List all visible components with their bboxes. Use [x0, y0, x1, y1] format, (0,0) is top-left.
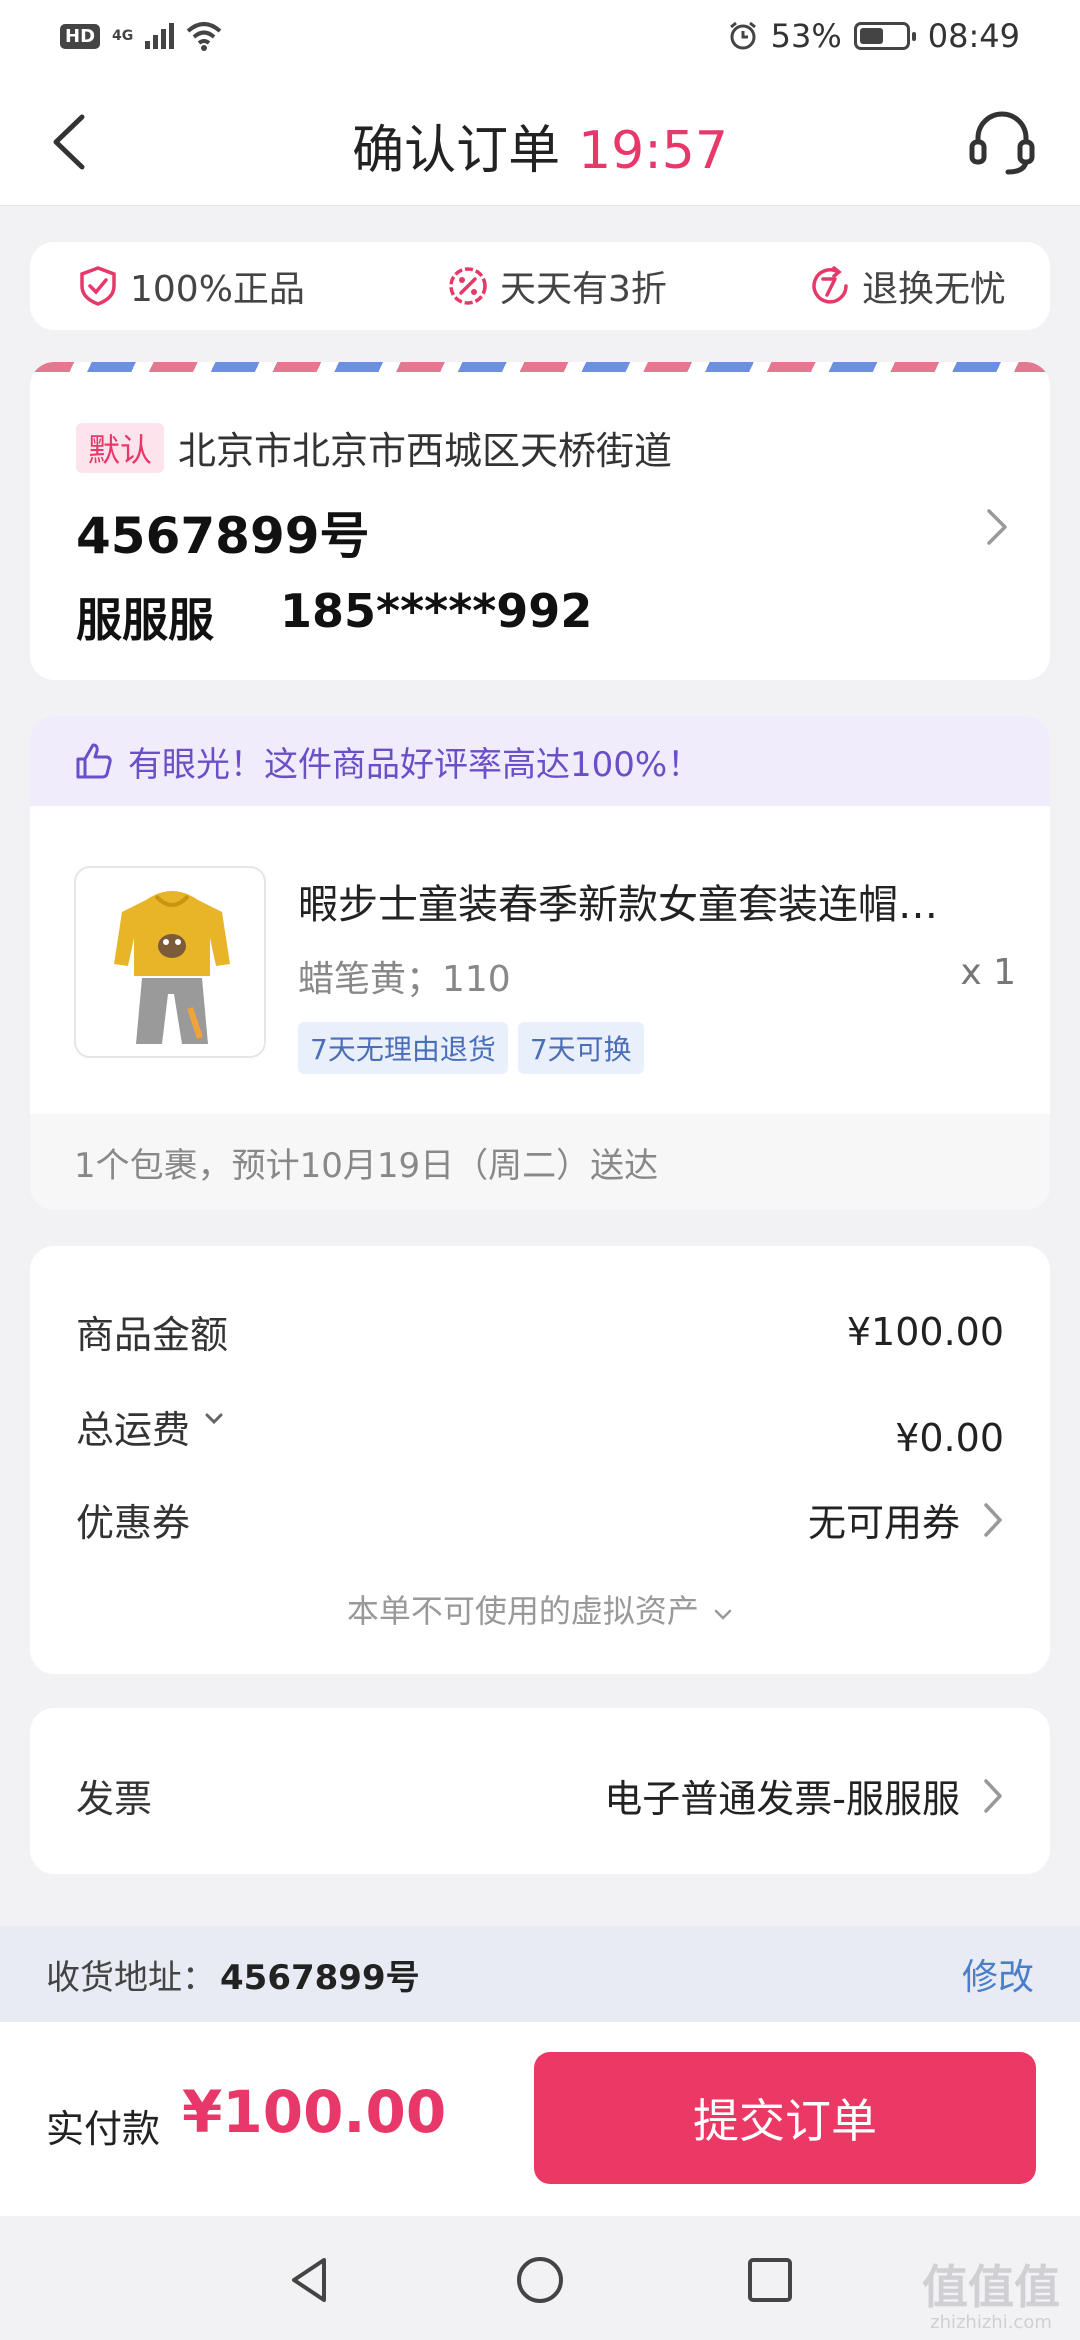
shield-check-icon: [80, 266, 116, 306]
payment-bar: 实付款 ¥100.00 提交订单: [0, 2022, 1080, 2216]
recipient-phone: 185*****992: [280, 584, 593, 638]
chevron-right-icon[interactable]: [982, 1501, 1004, 1539]
shipping-address-summary: 收货地址： 4567899号 修改: [0, 1926, 1080, 2022]
order-card: 有眼光！这件商品好评率高达100%！ 暇步士童装春季新款女童套装连帽… 蜡笔黄；…: [30, 716, 1050, 1210]
praise-text: 有眼光！这件商品好评率高达100%！: [128, 744, 702, 785]
nav-recents-icon[interactable]: [740, 2250, 800, 2310]
product-title[interactable]: 暇步士童装春季新款女童套装连帽…: [298, 872, 998, 930]
address-contact: 服服服 185*****992: [76, 584, 592, 650]
hd-icon: HD: [60, 23, 101, 49]
delivery-estimate: 1个包裹，预计10月19日（周二）送达: [30, 1114, 1050, 1210]
shipping-value: ¥0.00: [895, 1416, 1004, 1460]
chevron-right-icon[interactable]: [984, 506, 1010, 548]
chevron-down-icon: [714, 1609, 732, 1620]
alarm-icon: [729, 21, 756, 50]
address-card[interactable]: 默认 北京市北京市西城区天桥街道 4567899号 服服服 185*****99…: [30, 362, 1050, 680]
submit-order-button[interactable]: 提交订单: [534, 2052, 1036, 2184]
shipping-address-value: 4567899号: [220, 1957, 420, 1998]
shipping-row[interactable]: 总运费 ¥0.00: [76, 1392, 1004, 1461]
shipping-address-label: 收货地址：: [46, 1957, 216, 1998]
product-spec: 蜡笔黄；110: [298, 959, 511, 1000]
tag-exchange: 7天可换: [517, 1022, 644, 1074]
status-left: HD 4G: [60, 21, 222, 51]
virtual-assets-note: 本单不可使用的虚拟资产: [346, 1592, 699, 1630]
goods-amount-label: 商品金额: [76, 1313, 229, 1357]
watermark-main: 值值值: [922, 2260, 1060, 2314]
chevron-right-icon[interactable]: [982, 1777, 1004, 1815]
status-right: 53% 08:49: [727, 17, 1020, 55]
price-card: 商品金额 ¥100.00 总运费 ¥0.00 优惠券 无可用券 本单不可使用的虚…: [30, 1246, 1050, 1674]
clock: 08:49: [927, 17, 1020, 55]
nav-home-icon[interactable]: [510, 2250, 570, 2310]
guarantee-authentic: 100%正品: [76, 260, 305, 312]
default-tag: 默认: [76, 422, 165, 473]
coupon-value: 无可用券: [807, 1501, 960, 1545]
nav-back-icon[interactable]: [280, 2250, 340, 2310]
service-tags: 7天无理由退货 7天可换: [298, 1022, 644, 1074]
guarantee-discount: 天天有3折: [446, 260, 667, 312]
tag-return: 7天无理由退货: [298, 1022, 508, 1074]
goods-amount-value: ¥100.00: [846, 1309, 1004, 1354]
payment-label: 实付款: [46, 2107, 161, 2151]
invoice-card[interactable]: 发票 电子普通发票-服服服: [30, 1708, 1050, 1874]
watermark-sub: zhizhizhi.com: [930, 2312, 1052, 2333]
thumbs-up-icon: [76, 743, 112, 779]
return-7-icon: [812, 266, 848, 304]
coupon-row[interactable]: 优惠券 无可用券: [76, 1492, 1004, 1547]
address-region: 北京市北京市西城区天桥街道: [178, 429, 673, 473]
hoodie-set-illustration: [114, 891, 230, 1044]
guarantee-label: 天天有3折: [500, 269, 667, 310]
battery-percent: 53%: [770, 17, 842, 55]
virtual-assets-toggle[interactable]: 本单不可使用的虚拟资产: [30, 1586, 1050, 1632]
guarantee-label: 退换无忧: [861, 269, 1006, 310]
system-navbar: 值值值 zhizhizhi.com: [0, 2216, 1080, 2340]
countdown-timer: 19:57: [578, 121, 728, 181]
coupon-label: 优惠券: [76, 1501, 191, 1545]
invoice-label: 发票: [76, 1777, 153, 1821]
customer-service-icon[interactable]: [964, 104, 1040, 180]
percent-badge-icon: [449, 267, 487, 305]
payment-amount: ¥100.00: [182, 2078, 447, 2146]
guarantee-return: 退换无忧: [808, 260, 1006, 312]
shipping-label: 总运费: [76, 1407, 191, 1452]
guarantee-label: 100%正品: [130, 269, 305, 310]
invoice-value: 电子普通发票-服服服: [604, 1777, 960, 1821]
airmail-border: [30, 362, 1050, 372]
wifi-icon: [186, 22, 222, 51]
invoice-row[interactable]: 发票 电子普通发票-服服服: [76, 1768, 1004, 1823]
product-image[interactable]: [74, 866, 266, 1058]
watermark: 值值值 zhizhizhi.com: [922, 2264, 1060, 2332]
praise-banner: 有眼光！这件商品好评率高达100%！: [30, 716, 1050, 806]
signal-icon: [145, 23, 175, 49]
modify-address-link[interactable]: 修改: [962, 1948, 1034, 2000]
title-group: 确认订单 19:57: [0, 108, 1080, 183]
guarantee-bar: 100%正品 天天有3折 退换无忧: [30, 242, 1050, 330]
status-bar: HD 4G 53% 08:49: [0, 0, 1080, 72]
product-quantity: x 1: [960, 952, 1016, 993]
goods-amount-row: 商品金额 ¥100.00: [76, 1304, 1004, 1359]
address-detail: 4567899号: [76, 507, 370, 565]
battery-icon: [853, 22, 916, 50]
invoice-value-group: 电子普通发票-服服服: [604, 1768, 1004, 1823]
coupon-value-group: 无可用券: [808, 1492, 1004, 1547]
page-title: 确认订单: [352, 121, 561, 181]
address-region-line: 默认 北京市北京市西城区天桥街道: [76, 420, 672, 475]
page-header: 确认订单 19:57: [0, 72, 1080, 206]
recipient-name: 服服服: [76, 593, 214, 647]
network-type: 4G: [112, 28, 134, 44]
chevron-down-icon[interactable]: [204, 1412, 224, 1426]
